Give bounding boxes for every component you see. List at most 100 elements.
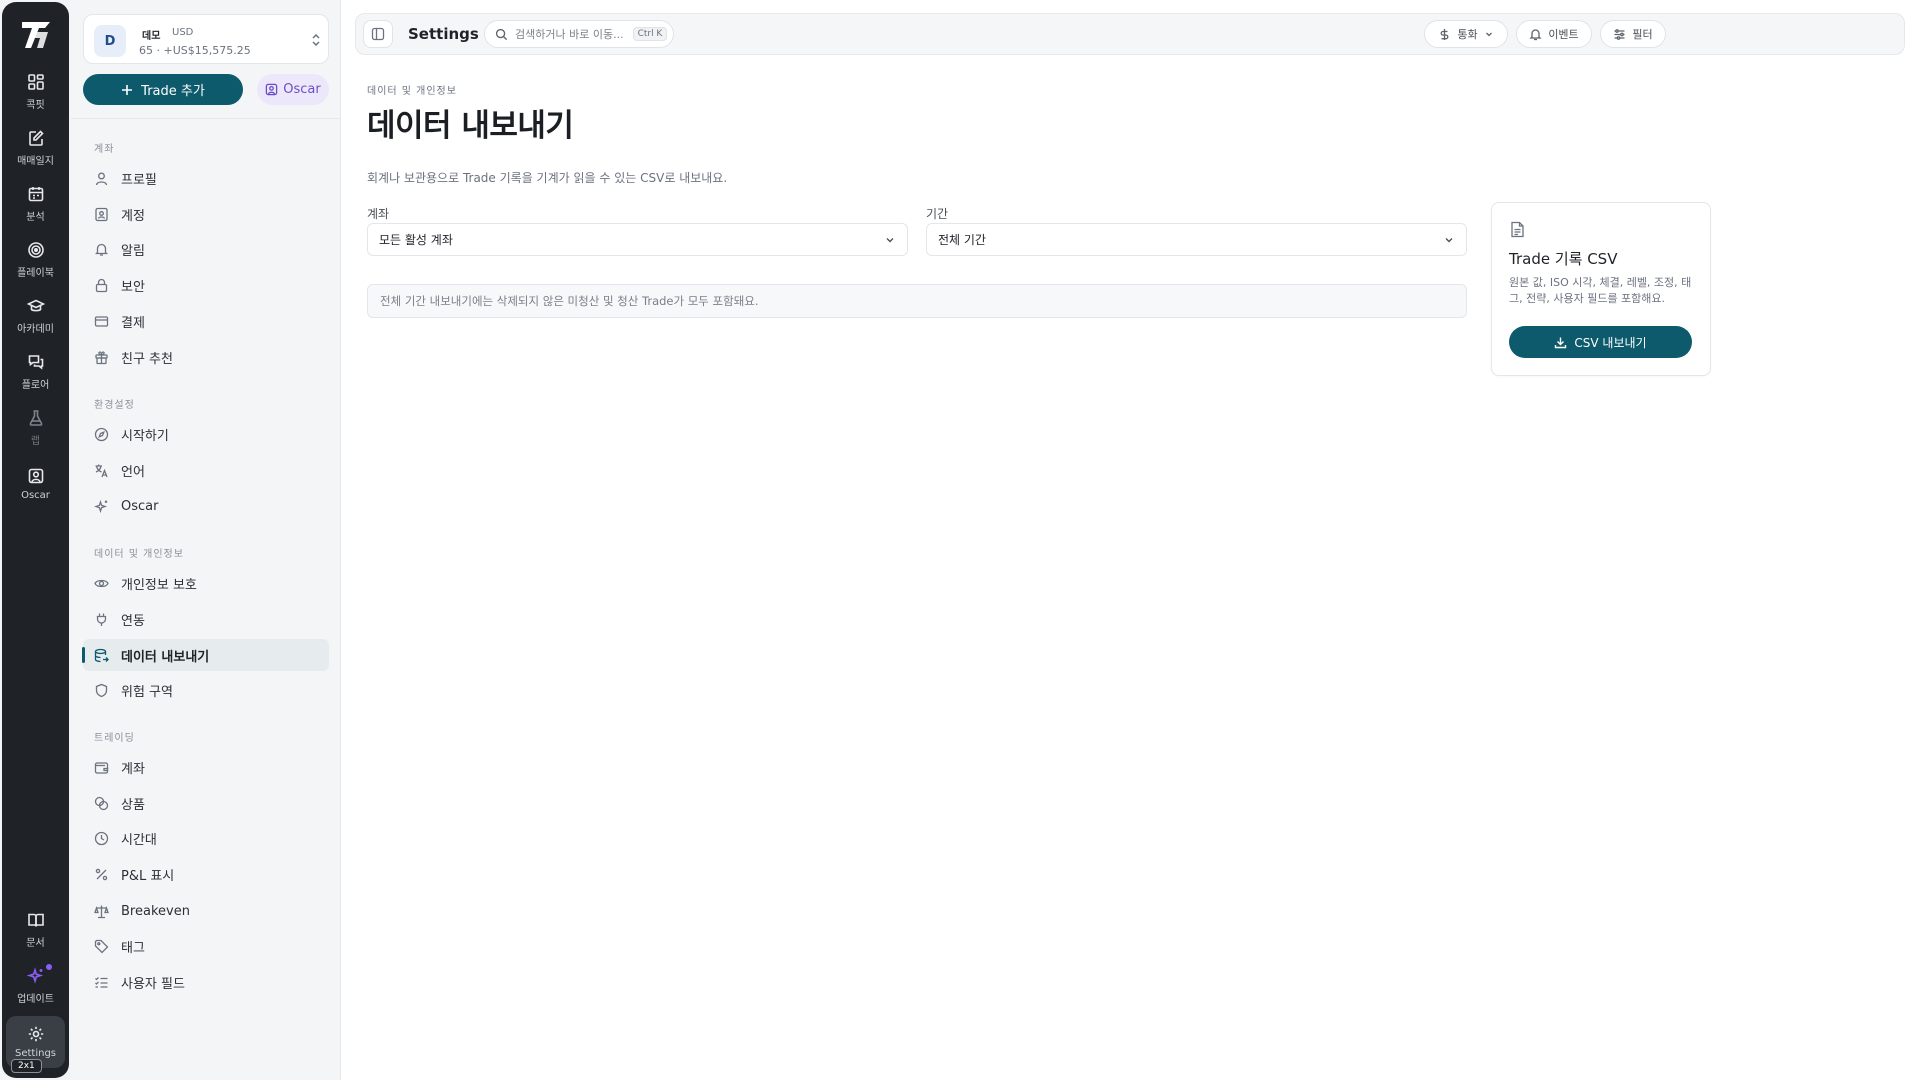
sidebar-item-billing[interactable]: 결제 bbox=[83, 305, 329, 337]
account-field-label: 계좌 bbox=[367, 207, 390, 221]
rail-label: Oscar bbox=[21, 490, 50, 501]
sidebar-item-getting-started[interactable]: 시작하기 bbox=[83, 418, 329, 450]
sidebar-item-profile[interactable]: 프로필 bbox=[83, 162, 329, 194]
rail-label: 아카데미 bbox=[17, 324, 54, 335]
sidebar-toggle-button[interactable] bbox=[363, 20, 393, 48]
search-input[interactable]: 검색하거나 바로 이동... Ctrl K bbox=[484, 20, 674, 48]
rail-item-playbook[interactable]: 플레이북 bbox=[6, 234, 65, 286]
section-title-data-privacy: 데이터 및 개인정보 bbox=[94, 549, 184, 560]
user-square-icon bbox=[265, 83, 278, 96]
period-field-label: 기간 bbox=[926, 207, 949, 221]
chevron-down-icon bbox=[884, 234, 896, 246]
account-name: 데모 bbox=[142, 31, 161, 42]
breadcrumb: 데이터 및 개인정보 bbox=[367, 86, 457, 97]
sidebar-item-referral[interactable]: 친구 추천 bbox=[83, 341, 329, 373]
credit-card-icon bbox=[94, 314, 109, 329]
app-logo[interactable] bbox=[19, 18, 53, 52]
period-select-value: 전체 기간 bbox=[938, 233, 986, 247]
sidebar-item-label: 친구 추천 bbox=[121, 351, 173, 367]
percent-icon bbox=[94, 867, 109, 882]
account-select[interactable]: 모든 활성 계좌 bbox=[367, 223, 908, 256]
sidebar-item-pnl-display[interactable]: P&L 표시 bbox=[83, 858, 329, 890]
sidebar-item-data-export[interactable]: 데이터 내보내기 bbox=[82, 639, 329, 671]
sidebar-item-account[interactable]: 계정 bbox=[83, 198, 329, 230]
graduation-cap-icon bbox=[26, 297, 45, 315]
sidebar-item-label: 결제 bbox=[121, 315, 145, 331]
currency-label: 통화 bbox=[1457, 28, 1478, 41]
chevron-up-down-icon bbox=[310, 32, 322, 48]
bell-icon bbox=[1529, 28, 1542, 41]
sidebar-item-label: 태그 bbox=[121, 940, 145, 956]
sidebar-item-breakeven[interactable]: Breakeven bbox=[83, 895, 329, 927]
plug-icon bbox=[94, 612, 109, 627]
rail-item-lab[interactable]: 랩 bbox=[6, 402, 65, 454]
sidebar-item-label: 계정 bbox=[121, 208, 145, 224]
sidebar-item-privacy[interactable]: 개인정보 보호 bbox=[83, 567, 329, 599]
sidebar-item-custom-fields[interactable]: 사용자 필드 bbox=[83, 966, 329, 998]
account-summary: 65 · +US$15,575.25 bbox=[139, 44, 251, 57]
rail-label: 플로어 bbox=[21, 380, 50, 391]
sliders-icon bbox=[1613, 28, 1626, 41]
sidebar-item-timezone[interactable]: 시간대 bbox=[83, 822, 329, 854]
dollar-icon bbox=[1438, 28, 1451, 41]
sidebar-item-label: 개인정보 보호 bbox=[121, 577, 197, 593]
sidebar-item-notifications[interactable]: 알림 bbox=[83, 233, 329, 265]
sidebar-item-integrations[interactable]: 연동 bbox=[83, 603, 329, 635]
eye-icon bbox=[94, 576, 109, 591]
rail-item-docs[interactable]: 문서 bbox=[6, 904, 65, 956]
sidebar-item-label: 연동 bbox=[121, 613, 145, 629]
export-csv-label: CSV 내보내기 bbox=[1574, 335, 1647, 350]
book-icon bbox=[27, 911, 45, 929]
sidebar-item-trading-accounts[interactable]: 계좌 bbox=[83, 751, 329, 783]
update-dot bbox=[46, 964, 52, 970]
grid-icon bbox=[27, 73, 45, 91]
file-text-icon bbox=[1510, 221, 1525, 238]
user-icon bbox=[94, 171, 109, 186]
id-card-icon bbox=[94, 207, 109, 222]
sidebar-item-instruments[interactable]: 상품 bbox=[83, 787, 329, 819]
sidebar-item-label: 시간대 bbox=[121, 832, 157, 848]
period-select[interactable]: 전체 기간 bbox=[926, 223, 1467, 256]
rail-item-oscar[interactable]: Oscar bbox=[6, 458, 65, 510]
currency-button[interactable]: 통화 bbox=[1424, 20, 1508, 48]
export-csv-button[interactable]: CSV 내보내기 bbox=[1509, 326, 1692, 358]
rail-item-journal[interactable]: 매매일지 bbox=[6, 122, 65, 174]
rail-item-updates[interactable]: 업데이트 bbox=[6, 960, 65, 1012]
download-icon bbox=[1554, 336, 1567, 349]
rail-label: 업데이트 bbox=[17, 994, 54, 1005]
add-trade-button[interactable]: Trade 추가 bbox=[83, 74, 243, 105]
account-switcher[interactable]: D 데모 USD 65 · +US$15,575.25 bbox=[83, 14, 329, 64]
plus-icon bbox=[121, 84, 133, 96]
sidebar-item-label: Oscar bbox=[121, 498, 159, 514]
sidebar-item-language[interactable]: 언어 bbox=[83, 454, 329, 486]
rail-item-academy[interactable]: 아카데미 bbox=[6, 290, 65, 342]
sidebar-item-danger-zone[interactable]: 위험 구역 bbox=[83, 674, 329, 706]
scale-icon bbox=[94, 904, 109, 919]
sidebar-item-tags[interactable]: 태그 bbox=[83, 930, 329, 962]
page-header-title: Settings bbox=[408, 25, 479, 43]
sidebar-item-security[interactable]: 보안 bbox=[83, 269, 329, 301]
search-icon bbox=[495, 28, 508, 41]
sidebar-item-oscar[interactable]: Oscar bbox=[83, 490, 329, 522]
avatar: D bbox=[94, 25, 126, 57]
sidebar-item-label: 언어 bbox=[121, 464, 145, 480]
oscar-button[interactable]: Oscar bbox=[257, 74, 329, 105]
sidebar-toggle-icon bbox=[371, 27, 385, 41]
user-square-icon bbox=[27, 467, 45, 485]
section-title-account: 계좌 bbox=[94, 144, 115, 155]
translate-icon bbox=[94, 463, 109, 478]
shield-icon bbox=[94, 683, 109, 698]
sparkle-icon bbox=[26, 967, 45, 985]
rail-label: 플레이북 bbox=[17, 268, 54, 279]
rail-item-cockpit[interactable]: 콕핏 bbox=[6, 66, 65, 118]
account-select-value: 모든 활성 계좌 bbox=[379, 233, 453, 247]
rail-item-floor[interactable]: 플로어 bbox=[6, 346, 65, 398]
events-button[interactable]: 이벤트 bbox=[1516, 20, 1592, 48]
rail-item-analysis[interactable]: 분석 bbox=[6, 178, 65, 230]
filter-button[interactable]: 필터 bbox=[1600, 20, 1666, 48]
main-content: Settings 검색하거나 바로 이동... Ctrl K 통화 이벤트 필터… bbox=[341, 0, 1920, 1080]
events-label: 이벤트 bbox=[1548, 28, 1579, 41]
calendar-icon bbox=[27, 185, 45, 203]
sidebar-divider bbox=[71, 118, 341, 119]
section-title-trading: 트레이딩 bbox=[94, 733, 135, 744]
